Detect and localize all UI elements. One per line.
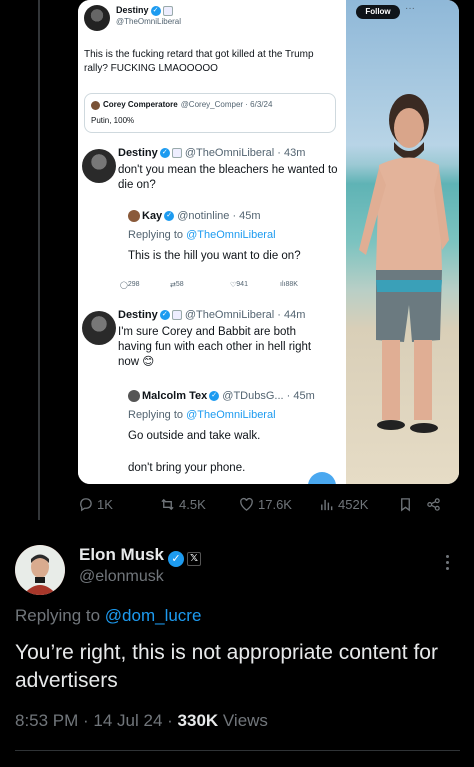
tweet-action-bar: 1K 4.5K 17.6K 452K bbox=[78, 497, 458, 517]
reply1-text: don't you mean the bleachers he wanted t… bbox=[118, 164, 338, 191]
reply1-header: Destiny ✓ @TheOmniLiberal · 43m bbox=[118, 147, 306, 159]
views-icon bbox=[321, 499, 333, 511]
reply-icon bbox=[80, 498, 92, 512]
embedded-header-handle: @TheOmniLiberal bbox=[116, 17, 182, 26]
reply-icon[interactable]: ◯ 298 bbox=[120, 281, 140, 289]
divider bbox=[15, 750, 460, 751]
nested2-header: Malcolm Tex ✓ @TDubsG... · 45m bbox=[128, 390, 315, 403]
nested2-line2: don't bring your phone. bbox=[128, 462, 246, 474]
repost-button[interactable]: 4.5K bbox=[160, 497, 206, 512]
tweet-text: You’re right, this is not appropriate co… bbox=[15, 641, 438, 692]
views-label: Views bbox=[218, 711, 268, 730]
reply-avatar bbox=[82, 311, 116, 345]
tweet-meta: 8:53 PM · 14 Jul 24 · 330K Views bbox=[15, 711, 268, 731]
nested2-replying-to: Replying to @TheOmniLiberal bbox=[128, 409, 276, 421]
embedded-header-name: Destiny ✓ bbox=[116, 5, 173, 16]
follow-button: Follow bbox=[356, 5, 400, 19]
affiliate-badge-icon bbox=[171, 310, 182, 321]
author-handle[interactable]: @elonmusk bbox=[79, 568, 164, 586]
views-icon[interactable]: ılı 88K bbox=[280, 281, 298, 288]
thread-connector-line bbox=[38, 0, 40, 520]
replying-to: Replying to @dom_lucre bbox=[15, 606, 202, 625]
affiliate-badge-icon bbox=[171, 148, 182, 159]
repost-icon bbox=[161, 498, 174, 511]
views-count: 330K bbox=[177, 711, 219, 730]
nested2-avatar bbox=[128, 390, 140, 403]
verified-icon: ✓ bbox=[159, 310, 170, 321]
verified-icon: ✓ bbox=[159, 148, 170, 159]
embedded-screenshot-image[interactable]: Destiny ✓ @TheOmniLiberal This is the fuc… bbox=[78, 0, 459, 484]
avatar[interactable] bbox=[15, 545, 65, 595]
nested-header: Kay ✓ @notinline · 45m bbox=[128, 210, 261, 223]
tweet-timestamp[interactable]: 8:53 PM · 14 Jul 24 · bbox=[15, 711, 178, 730]
author-name[interactable]: Elon Musk ✓ 𝕏 bbox=[79, 545, 202, 567]
nested2-line1: Go outside and take walk. bbox=[128, 430, 261, 442]
x-affiliate-icon: 𝕏 bbox=[187, 552, 202, 566]
bookmark-button[interactable] bbox=[398, 497, 413, 512]
embedded-quote-card: Corey Comperatore @Corey_Comper · 6/3/24 … bbox=[84, 93, 336, 133]
nested-text: This is the hill you want to die on? bbox=[128, 250, 301, 262]
views-count: 452K bbox=[338, 497, 369, 512]
quote-text: Putin, 100% bbox=[91, 116, 135, 125]
verified-icon: ✓ bbox=[168, 551, 185, 567]
person-figure bbox=[359, 94, 449, 433]
verified-icon: ✓ bbox=[164, 211, 175, 222]
nested-replying-to: Replying to @TheOmniLiberal bbox=[128, 229, 276, 241]
repost-icon[interactable]: ⇄ 58 bbox=[170, 281, 184, 289]
like-count: 17.6K bbox=[258, 497, 292, 512]
affiliate-badge-icon bbox=[162, 5, 173, 16]
reply-count: 1K bbox=[97, 497, 113, 512]
reply2-header: Destiny ✓ @TheOmniLiberal · 44m bbox=[118, 309, 306, 321]
embedded-avatar bbox=[84, 5, 110, 31]
like-button[interactable]: 17.6K bbox=[239, 497, 292, 512]
nested-avatar bbox=[128, 210, 140, 223]
share-button[interactable] bbox=[426, 497, 441, 512]
reply2-text: I'm sure Corey and Babbit are both havin… bbox=[118, 326, 312, 368]
verified-icon: ✓ bbox=[150, 5, 161, 16]
more-icon: ··· bbox=[405, 3, 415, 14]
verified-icon: ✓ bbox=[209, 391, 220, 402]
beach-photo bbox=[346, 0, 459, 484]
quote-author: Corey Comperatore @Corey_Comper · 6/3/24 bbox=[103, 100, 273, 109]
reply-button[interactable]: 1K bbox=[78, 497, 113, 512]
like-icon[interactable]: ♡ 941 bbox=[230, 281, 248, 289]
bookmark-icon bbox=[401, 498, 410, 512]
screenshot-left-panel: Destiny ✓ @TheOmniLiberal This is the fuc… bbox=[78, 0, 346, 484]
avatar-image bbox=[15, 545, 65, 595]
embedded-original-text: This is the fucking retard that got kill… bbox=[84, 49, 314, 74]
reply-avatar bbox=[82, 149, 116, 183]
mention-link[interactable]: @dom_lucre bbox=[105, 606, 202, 625]
heart-icon bbox=[240, 497, 253, 511]
repost-count: 4.5K bbox=[179, 497, 206, 512]
share-icon bbox=[427, 498, 440, 511]
more-options-icon[interactable] bbox=[446, 555, 450, 571]
nested-stats-row: ◯ 298 ⇄ 58 ♡ 941 ılı 88K bbox=[120, 281, 350, 293]
views-button[interactable]: 452K bbox=[319, 497, 368, 512]
